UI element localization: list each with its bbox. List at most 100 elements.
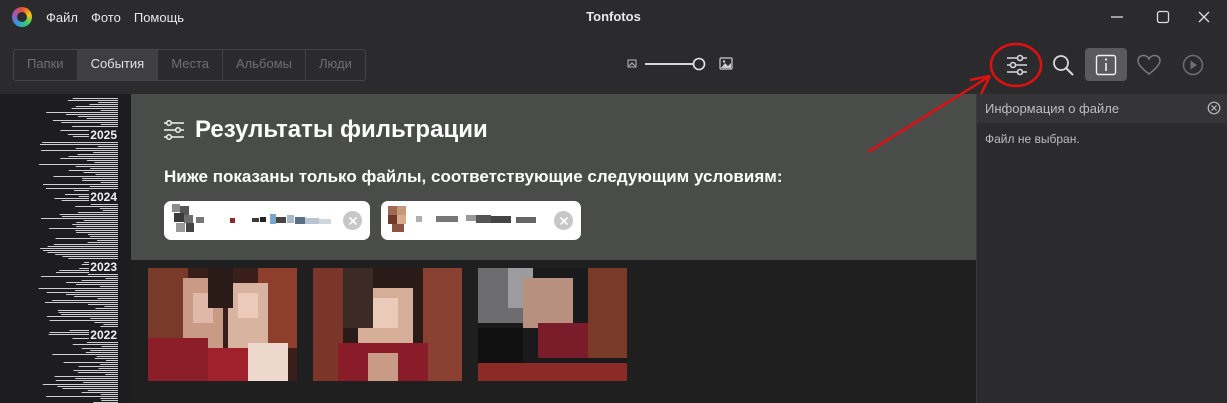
timeline-bar xyxy=(46,112,118,113)
timeline-bar xyxy=(100,182,118,183)
filter-button[interactable] xyxy=(996,48,1038,81)
timeline-bar xyxy=(55,238,118,239)
timeline-bar xyxy=(88,304,118,305)
timeline-bar xyxy=(61,122,118,123)
timeline-bar xyxy=(58,312,118,313)
remove-filter-button[interactable] xyxy=(554,211,573,230)
timeline-bar xyxy=(101,346,118,347)
timeline-bar xyxy=(85,352,118,353)
menu-bar: Файл Фото Помощь xyxy=(46,0,184,34)
timeline-bar xyxy=(87,274,118,275)
timeline-bar xyxy=(41,218,118,219)
timeline-bar xyxy=(45,302,119,303)
timeline-bar xyxy=(77,372,118,373)
menu-file[interactable]: Файл xyxy=(46,10,78,25)
blurred-person-thumbnail xyxy=(388,206,536,232)
timeline-bar xyxy=(104,306,118,307)
close-button[interactable] xyxy=(1181,0,1227,34)
timeline-bar xyxy=(62,256,118,257)
timeline-bar xyxy=(105,374,118,375)
filter-chip-person xyxy=(381,201,581,240)
heart-icon xyxy=(1137,54,1161,75)
main-content: Результаты фильтрации Ниже показаны толь… xyxy=(131,94,976,403)
timeline-year[interactable]: 2022 xyxy=(89,328,118,342)
tab-places[interactable]: Места xyxy=(158,50,223,80)
timeline-bar xyxy=(90,318,118,319)
timeline-bar xyxy=(93,152,118,153)
photo-thumbnail[interactable] xyxy=(148,268,297,381)
info-button[interactable] xyxy=(1085,48,1127,81)
timeline-bar xyxy=(101,400,118,401)
timeline-bar xyxy=(76,232,118,233)
close-panel-icon[interactable] xyxy=(1207,101,1221,115)
timeline-bar xyxy=(88,234,118,235)
filter-chip-person xyxy=(164,201,370,240)
timeline-bar xyxy=(59,214,118,215)
maximize-button[interactable] xyxy=(1140,0,1186,34)
slideshow-button[interactable] xyxy=(1172,48,1214,81)
timeline-bar xyxy=(95,308,118,309)
close-icon xyxy=(559,216,568,225)
timeline-bar xyxy=(105,360,118,361)
timeline-bar xyxy=(81,280,118,281)
timeline-bar xyxy=(74,290,118,291)
filter-title: Результаты фильтрации xyxy=(163,116,488,144)
timeline-bar xyxy=(102,210,118,211)
timeline-bar xyxy=(72,344,118,345)
timeline-year[interactable]: 2024 xyxy=(89,190,118,204)
tab-events[interactable]: События xyxy=(77,50,159,80)
photo-thumbnail[interactable] xyxy=(478,268,627,381)
timeline-bar xyxy=(72,98,118,99)
timeline-bar xyxy=(90,204,118,205)
search-button[interactable] xyxy=(1042,48,1084,81)
timeline-bar xyxy=(100,326,118,327)
tab-people[interactable]: Люди xyxy=(306,50,365,80)
timeline-bar xyxy=(68,156,118,157)
timeline-bar xyxy=(61,314,118,315)
minimize-button[interactable] xyxy=(1094,0,1140,34)
timeline-bar xyxy=(52,120,118,121)
timeline-bar xyxy=(100,124,118,125)
timeline-bar xyxy=(45,188,118,189)
timeline-bar xyxy=(43,184,118,185)
timeline-bar xyxy=(95,174,118,175)
filter-title-text: Результаты фильтрации xyxy=(195,116,488,143)
timeline-year[interactable]: 2025 xyxy=(89,128,118,142)
timeline-bar xyxy=(68,170,118,171)
timeline-bar xyxy=(55,380,118,381)
file-info-panel: Информация о файле Файл не выбран. xyxy=(976,94,1227,403)
timeline-bar xyxy=(96,356,118,357)
timeline-bar xyxy=(75,230,118,231)
timeline-scrubber[interactable]: 2025 2024 2023 2022 xyxy=(0,94,131,403)
large-image-icon xyxy=(719,57,733,70)
timeline-bar xyxy=(103,324,118,325)
favorite-button[interactable] xyxy=(1128,48,1170,81)
close-icon xyxy=(348,216,357,225)
timeline-bar xyxy=(65,114,118,115)
timeline-bar xyxy=(86,160,118,161)
timeline-bar xyxy=(100,394,118,395)
remove-filter-button[interactable] xyxy=(343,211,362,230)
timeline-bar xyxy=(97,298,118,299)
tab-albums[interactable]: Альбомы xyxy=(223,50,306,80)
zoom-slider-handle[interactable] xyxy=(692,57,706,71)
timeline-bar xyxy=(98,102,118,103)
timeline-bar xyxy=(83,382,118,383)
timeline-bar xyxy=(99,208,118,209)
tab-folders[interactable]: Папки xyxy=(14,50,78,80)
timeline-bar xyxy=(46,316,118,317)
blurred-person-thumbnail xyxy=(172,204,331,232)
filter-icon xyxy=(1007,54,1027,75)
filter-icon xyxy=(164,120,184,140)
menu-help[interactable]: Помощь xyxy=(134,10,184,25)
timeline-bar xyxy=(60,158,118,159)
timeline-bar xyxy=(66,294,118,295)
timeline-bar xyxy=(97,146,118,147)
menu-photo[interactable]: Фото xyxy=(91,10,121,25)
photo-thumbnail[interactable] xyxy=(313,268,462,381)
timeline-bar xyxy=(94,322,118,323)
timeline-bar xyxy=(47,252,118,253)
timeline-bar xyxy=(38,164,118,165)
timeline-bar xyxy=(55,254,118,255)
timeline-year[interactable]: 2023 xyxy=(89,260,118,274)
